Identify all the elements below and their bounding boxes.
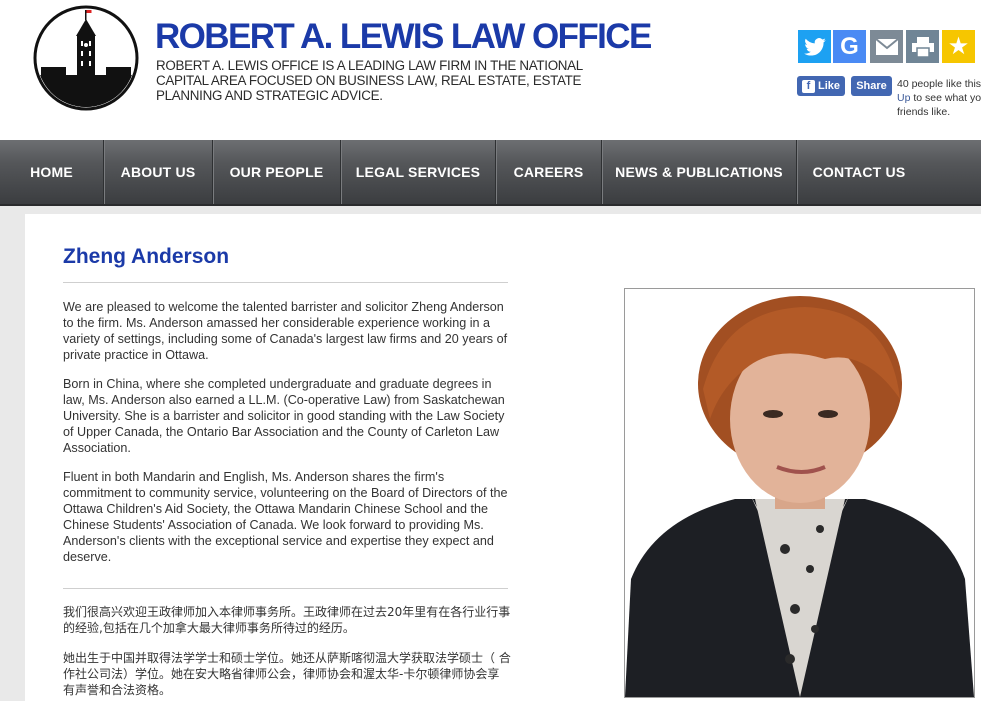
facebook-like-count: 40 people like this	[897, 78, 981, 90]
nav-item-contact-us[interactable]: CONTACT US	[797, 140, 921, 204]
facebook-icon: f	[801, 79, 815, 93]
portrait-photo	[625, 289, 974, 697]
bio-paragraph-zh-2: 她出生于中国并取得法学学士和硕士学位。她还从萨斯喀彻温大学获取法学硕士（ 合作社…	[63, 651, 511, 697]
logo-icon[interactable]	[33, 5, 139, 111]
facebook-share-button[interactable]: Share	[851, 76, 892, 96]
bio-paragraph-2: Born in China, where she completed under…	[63, 377, 505, 455]
divider	[63, 282, 508, 283]
favorite-icon[interactable]: ★	[942, 30, 975, 63]
nav-item-about-us[interactable]: ABOUT US	[104, 140, 212, 204]
nav-item-legal-services[interactable]: LEGAL SERVICES	[341, 140, 495, 204]
bio-paragraph-3: Fluent in both Mandarin and English, Ms.…	[63, 470, 508, 564]
facebook-note-text: to see what yo	[910, 92, 981, 104]
divider	[63, 588, 508, 589]
profile-photo	[624, 288, 975, 698]
facebook-like-label: Like	[817, 80, 840, 92]
facebook-note-text-2: friends like.	[897, 106, 951, 118]
nav-item-home[interactable]: HOME	[0, 140, 103, 204]
site-header: ROBERT A. LEWIS LAW OFFICE ROBERT A. LEW…	[0, 0, 981, 140]
nav-item-our-people[interactable]: OUR PEOPLE	[213, 140, 340, 204]
site-tagline: ROBERT A. LEWIS OFFICE IS A LEADING LAW …	[156, 58, 583, 103]
main-nav: HOME ABOUT US OUR PEOPLE LEGAL SERVICES …	[0, 140, 981, 206]
profile-name: Zheng Anderson	[63, 245, 230, 268]
twitter-icon[interactable]	[798, 30, 831, 63]
facebook-like-button[interactable]: f Like	[797, 76, 845, 96]
bio-paragraph-1: We are pleased to welcome the talented b…	[63, 300, 508, 362]
email-icon[interactable]	[870, 30, 903, 63]
bio-paragraph-zh-1: 我们很高兴欢迎王政律师加入本律师事务所。王政律师在过去20年里有在各行业行事 的…	[63, 605, 511, 635]
google-icon[interactable]: G	[833, 30, 866, 63]
facebook-like-note: 40 people like this Up to see what yo fr…	[897, 77, 981, 119]
print-icon[interactable]	[906, 30, 939, 63]
facebook-signup-link[interactable]: Up	[897, 92, 910, 104]
site-title[interactable]: ROBERT A. LEWIS LAW OFFICE	[155, 17, 652, 57]
nav-item-news-publications[interactable]: NEWS & PUBLICATIONS	[602, 140, 796, 204]
nav-item-careers[interactable]: CAREERS	[496, 140, 601, 204]
